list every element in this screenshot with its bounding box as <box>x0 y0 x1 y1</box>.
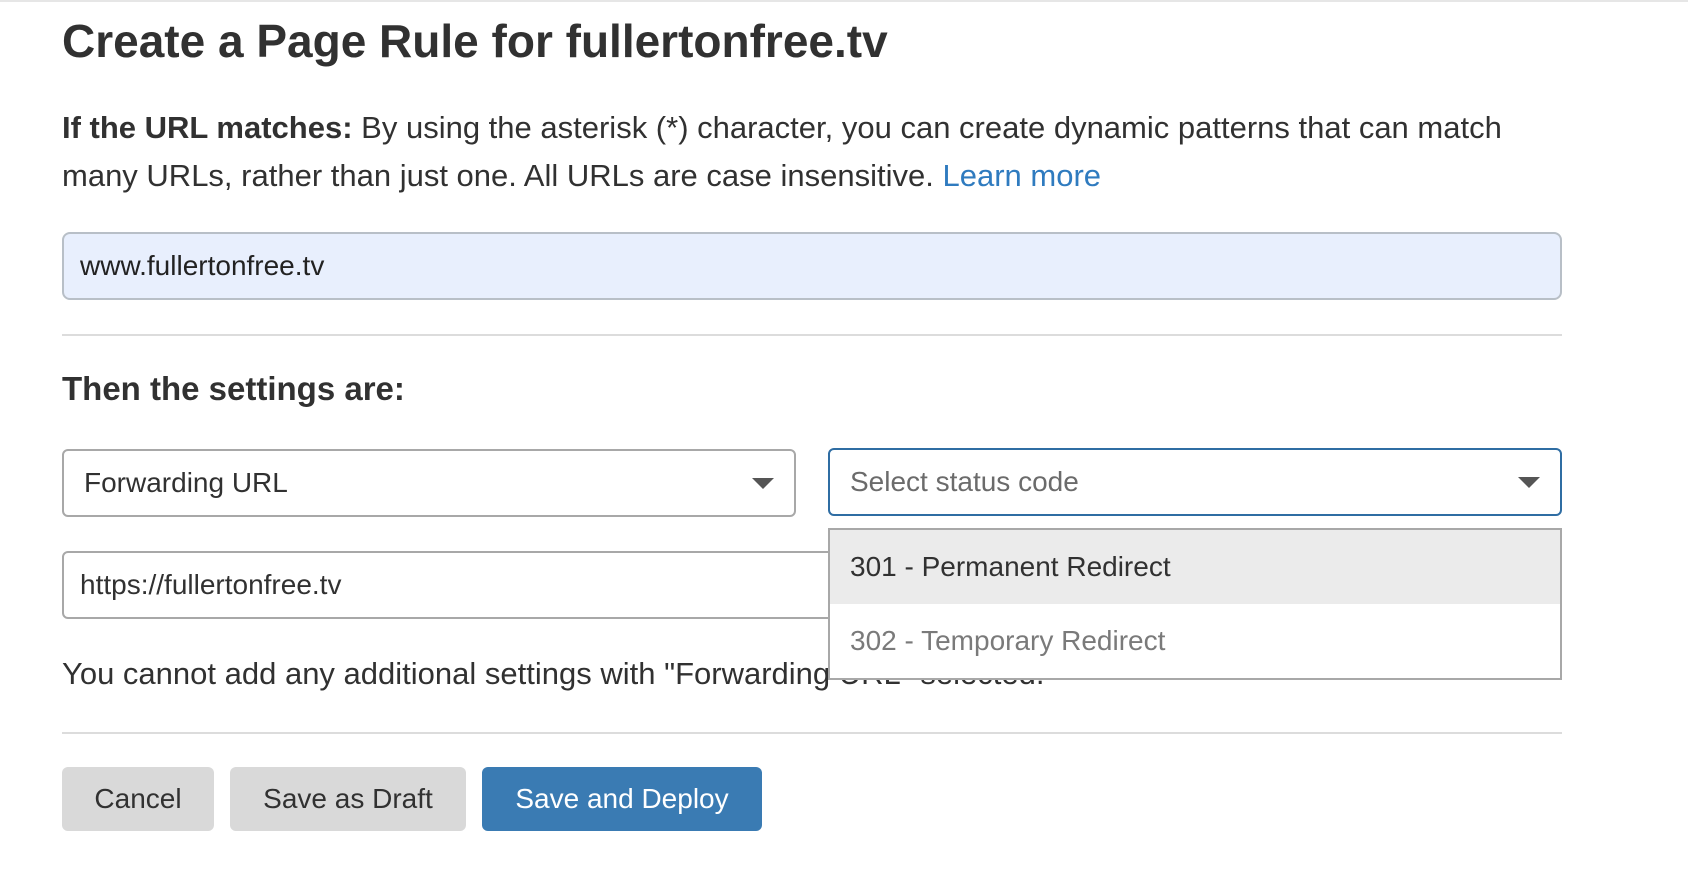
save-draft-button[interactable]: Save as Draft <box>230 767 466 831</box>
cancel-button[interactable]: Cancel <box>62 767 214 831</box>
page-title: Create a Page Rule for fullertonfree.tv <box>62 15 888 67</box>
settings-heading: Then the settings are: <box>62 370 405 407</box>
url-match-description: If the URL matches: By using the asteris… <box>62 104 1532 200</box>
status-option-301[interactable]: 301 - Permanent Redirect <box>830 530 1560 604</box>
status-code-select[interactable]: Select status code <box>828 448 1562 516</box>
chevron-down-icon <box>1518 476 1540 488</box>
forwarding-url-input[interactable] <box>62 551 862 619</box>
learn-more-link[interactable]: Learn more <box>942 158 1101 193</box>
url-pattern-input[interactable] <box>62 232 1562 300</box>
section-divider <box>62 334 1562 336</box>
status-option-302[interactable]: 302 - Temporary Redirect <box>830 604 1560 678</box>
top-border <box>0 0 1688 2</box>
url-match-label: If the URL matches: <box>62 110 353 145</box>
actions-divider <box>62 732 1562 734</box>
setting-type-value: Forwarding URL <box>84 467 288 498</box>
status-code-dropdown: 301 - Permanent Redirect 302 - Temporary… <box>828 528 1562 680</box>
status-code-placeholder: Select status code <box>850 466 1079 497</box>
setting-type-select[interactable]: Forwarding URL <box>62 449 796 517</box>
chevron-down-icon <box>752 477 774 489</box>
save-deploy-button[interactable]: Save and Deploy <box>482 767 762 831</box>
